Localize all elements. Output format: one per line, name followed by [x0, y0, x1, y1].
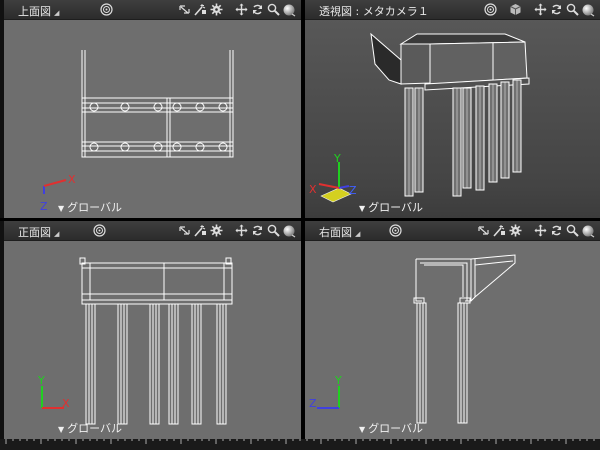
- zoom-icon[interactable]: [564, 2, 580, 17]
- front-view-canvas[interactable]: Y X: [4, 241, 301, 439]
- axis-z-label: Z: [349, 184, 357, 197]
- fit-icon[interactable]: [176, 223, 192, 238]
- perspective-view-header: 透視図 : メタカメラ１: [305, 0, 600, 20]
- axis-y-label: Y: [334, 374, 342, 387]
- gear-icon[interactable]: [208, 223, 224, 238]
- move-icon[interactable]: [532, 2, 548, 17]
- target-icon[interactable]: [388, 223, 403, 238]
- axis-z-label: Z: [309, 397, 317, 410]
- gear-icon[interactable]: [507, 223, 523, 238]
- move-icon[interactable]: [233, 2, 249, 17]
- target-icon[interactable]: [92, 223, 107, 238]
- gear-icon[interactable]: [208, 2, 224, 17]
- wand-icon[interactable]: [192, 2, 208, 17]
- front-view-wireframe: [79, 257, 233, 425]
- axis-z-label: Z: [40, 200, 48, 213]
- move-icon[interactable]: [233, 223, 249, 238]
- projection-selector[interactable]: ▼ グローバル: [58, 199, 122, 215]
- top-view-pane[interactable]: 上面図 ◢ X Z ▼ グローバル: [4, 0, 301, 218]
- right-view-canvas[interactable]: Y Z: [305, 241, 600, 439]
- fit-icon[interactable]: [176, 2, 192, 17]
- axis-y-label: Y: [333, 152, 341, 165]
- render-ball-icon[interactable]: [281, 223, 297, 238]
- zoom-icon[interactable]: [265, 2, 281, 17]
- render-ball-icon[interactable]: [580, 2, 596, 17]
- render-ball-icon[interactable]: [580, 223, 596, 238]
- right-view-title[interactable]: 右面図 ◢: [319, 224, 360, 240]
- axis-gizmo: Y X: [37, 374, 70, 410]
- axis-x-label: X: [68, 173, 76, 186]
- projection-selector[interactable]: ▼ グローバル: [359, 420, 423, 436]
- rotate-icon[interactable]: [249, 2, 265, 17]
- wand-icon[interactable]: [491, 223, 507, 238]
- top-view-header: 上面図 ◢: [4, 0, 301, 20]
- cube-icon[interactable]: [507, 2, 523, 17]
- top-view-title[interactable]: 上面図 ◢: [18, 3, 59, 19]
- vertical-splitter[interactable]: [301, 0, 305, 450]
- right-view-header: 右面図 ◢: [305, 221, 600, 241]
- perspective-view-title[interactable]: 透視図 : メタカメラ１: [319, 3, 429, 19]
- rotate-icon[interactable]: [548, 223, 564, 238]
- front-view-header: 正面図 ◢: [4, 221, 301, 241]
- front-view-title[interactable]: 正面図 ◢: [18, 224, 59, 240]
- wand-icon[interactable]: [192, 223, 208, 238]
- perspective-view-pane[interactable]: 透視図 : メタカメラ１ Y X Z ▼ グローバル: [305, 0, 600, 218]
- front-view-pane[interactable]: 正面図 ◢ Y X ▼ グローバル: [4, 221, 301, 439]
- axis-x-label: X: [62, 397, 70, 410]
- perspective-view-canvas[interactable]: Y X Z: [305, 20, 600, 218]
- axis-gizmo: Y Z: [309, 374, 342, 410]
- top-view-canvas[interactable]: X Z: [4, 20, 301, 218]
- rotate-icon[interactable]: [548, 2, 564, 17]
- axis-y-label: Y: [37, 374, 45, 387]
- zoom-icon[interactable]: [265, 223, 281, 238]
- horizontal-splitter[interactable]: [0, 218, 600, 221]
- target-icon[interactable]: [482, 2, 498, 17]
- fit-icon[interactable]: [475, 223, 491, 238]
- perspective-wireframe: [370, 32, 530, 197]
- render-ball-icon[interactable]: [281, 2, 297, 17]
- projection-selector[interactable]: ▼ グローバル: [58, 420, 122, 436]
- right-view-pane[interactable]: 右面図 ◢ Y Z ▼ グローバル: [305, 221, 600, 439]
- axis-x-label: X: [309, 183, 317, 196]
- rotate-icon[interactable]: [249, 223, 265, 238]
- projection-selector[interactable]: ▼ グローバル: [359, 199, 423, 215]
- move-icon[interactable]: [532, 223, 548, 238]
- zoom-icon[interactable]: [564, 223, 580, 238]
- bottom-ruler: [0, 439, 600, 450]
- right-view-wireframe: [413, 254, 516, 424]
- axis-gizmo: Y X Z: [309, 152, 357, 203]
- target-icon[interactable]: [99, 2, 114, 17]
- top-view-wireframe: [81, 50, 234, 158]
